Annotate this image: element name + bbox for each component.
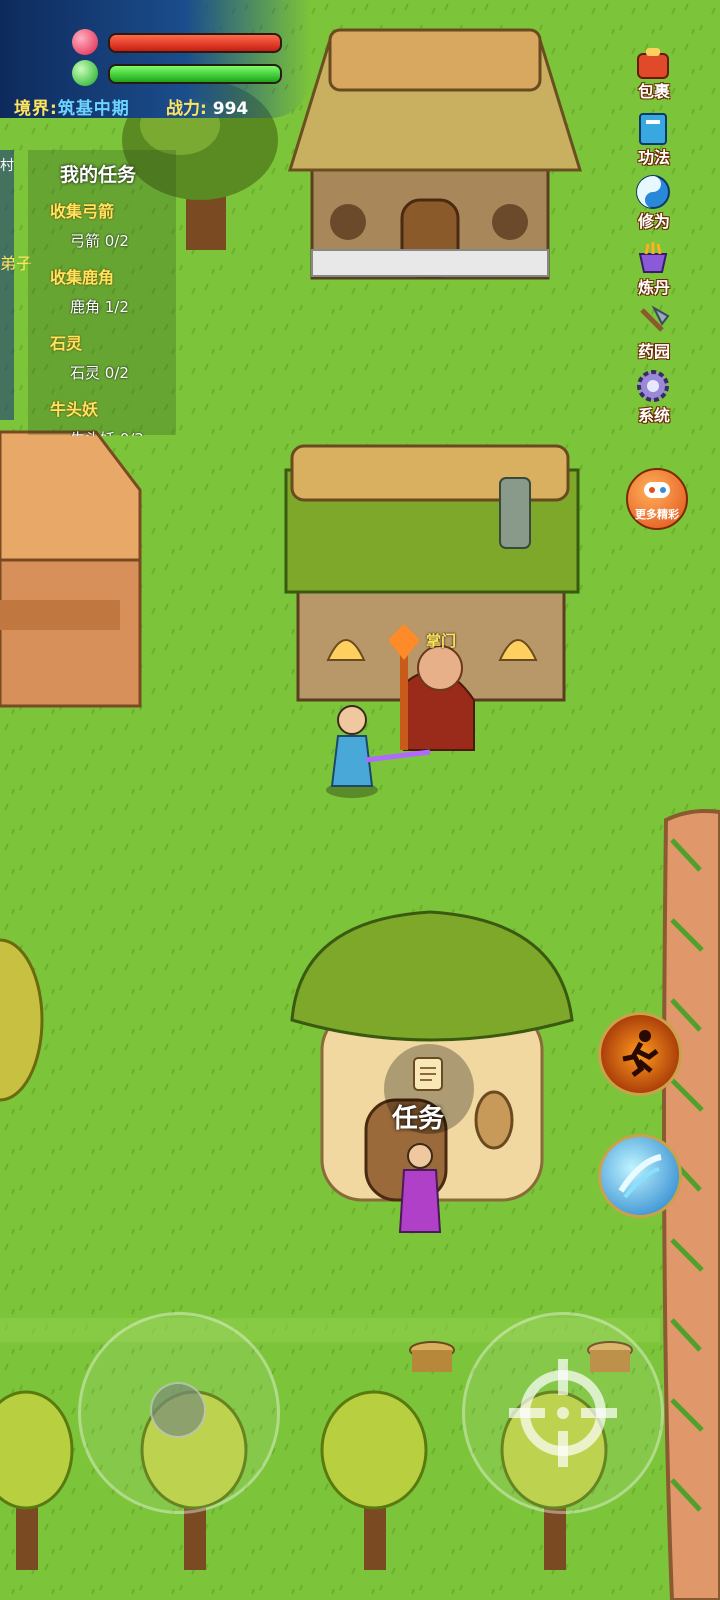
menu-system-button[interactable]: 系统 <box>616 368 692 428</box>
quest-progress: 石灵 0/2 <box>70 364 129 382</box>
menu-label: 系统 <box>637 406 670 425</box>
menu-label: 炼丹 <box>637 278 670 297</box>
sprint-skill-button[interactable] <box>598 1012 682 1096</box>
task-button-label[interactable]: 任务 <box>392 1098 444 1135</box>
ice-slash-icon <box>618 1154 662 1199</box>
running-man-icon <box>622 1030 659 1077</box>
quest-tracker-title: 我的任务 <box>60 164 137 186</box>
hp-bar <box>108 33 282 53</box>
tree-stump <box>409 1341 455 1372</box>
crosshair-icon <box>509 1359 617 1467</box>
heart-icon <box>72 29 98 55</box>
more-features-label: 更多精彩 <box>635 508 679 521</box>
quest-name[interactable]: 牛头妖 <box>50 396 98 420</box>
joystick-knob[interactable] <box>150 1382 206 1438</box>
mp-bar <box>108 64 282 84</box>
combat-power: 战力: 994 <box>166 94 248 119</box>
gear-icon <box>637 370 669 402</box>
menu-garden-button[interactable]: 药园 <box>616 304 692 364</box>
mana-orb-icon <box>72 60 98 86</box>
book-icon <box>639 113 667 145</box>
ice-skill-button[interactable] <box>598 1134 682 1218</box>
realm-value: 筑基中期 <box>57 99 130 119</box>
power-value: 994 <box>212 99 249 119</box>
gamepad-icon <box>644 482 670 498</box>
realm-label: 境界: <box>14 99 58 119</box>
side-tab-village[interactable]: 村 <box>0 155 14 175</box>
quest-name[interactable]: 石灵 <box>50 330 82 354</box>
scroll-icon <box>413 1057 443 1091</box>
menu-skills-button[interactable]: 功法 <box>616 110 692 170</box>
quest-name[interactable]: 收集弓箭 <box>50 198 114 222</box>
menu-bag-button[interactable]: 包裹 <box>616 44 692 104</box>
taiji-icon <box>636 175 670 209</box>
more-features-button[interactable]: 更多精彩 <box>626 468 688 530</box>
menu-alchemy-button[interactable]: 炼丹 <box>616 240 692 300</box>
thatched-house <box>287 28 583 280</box>
quest-progress: 鹿角 1/2 <box>70 298 129 316</box>
menu-label: 药园 <box>637 342 670 361</box>
cauldron-icon <box>638 242 668 273</box>
hoe-icon <box>640 305 670 332</box>
menu-label: 功法 <box>637 148 670 167</box>
menu-label: 修为 <box>637 212 670 231</box>
market-stall <box>0 430 142 708</box>
quest-progress: 牛头妖 0/2 <box>70 428 144 436</box>
quest-progress: 弓箭 0/2 <box>70 232 129 250</box>
realm-text: 境界:筑基中期 <box>14 94 130 119</box>
menu-label: 包裹 <box>637 82 670 101</box>
bag-icon <box>637 48 669 79</box>
side-tab-strip[interactable] <box>0 150 14 420</box>
npc-name-label: 掌门 <box>426 632 457 650</box>
attack-button[interactable] <box>462 1312 664 1514</box>
menu-cultivation-button[interactable]: 修为 <box>616 174 692 234</box>
quest-tracker[interactable] <box>28 150 176 435</box>
quest-name[interactable]: 收集鹿角 <box>50 264 114 288</box>
power-label: 战力: <box>166 99 207 119</box>
